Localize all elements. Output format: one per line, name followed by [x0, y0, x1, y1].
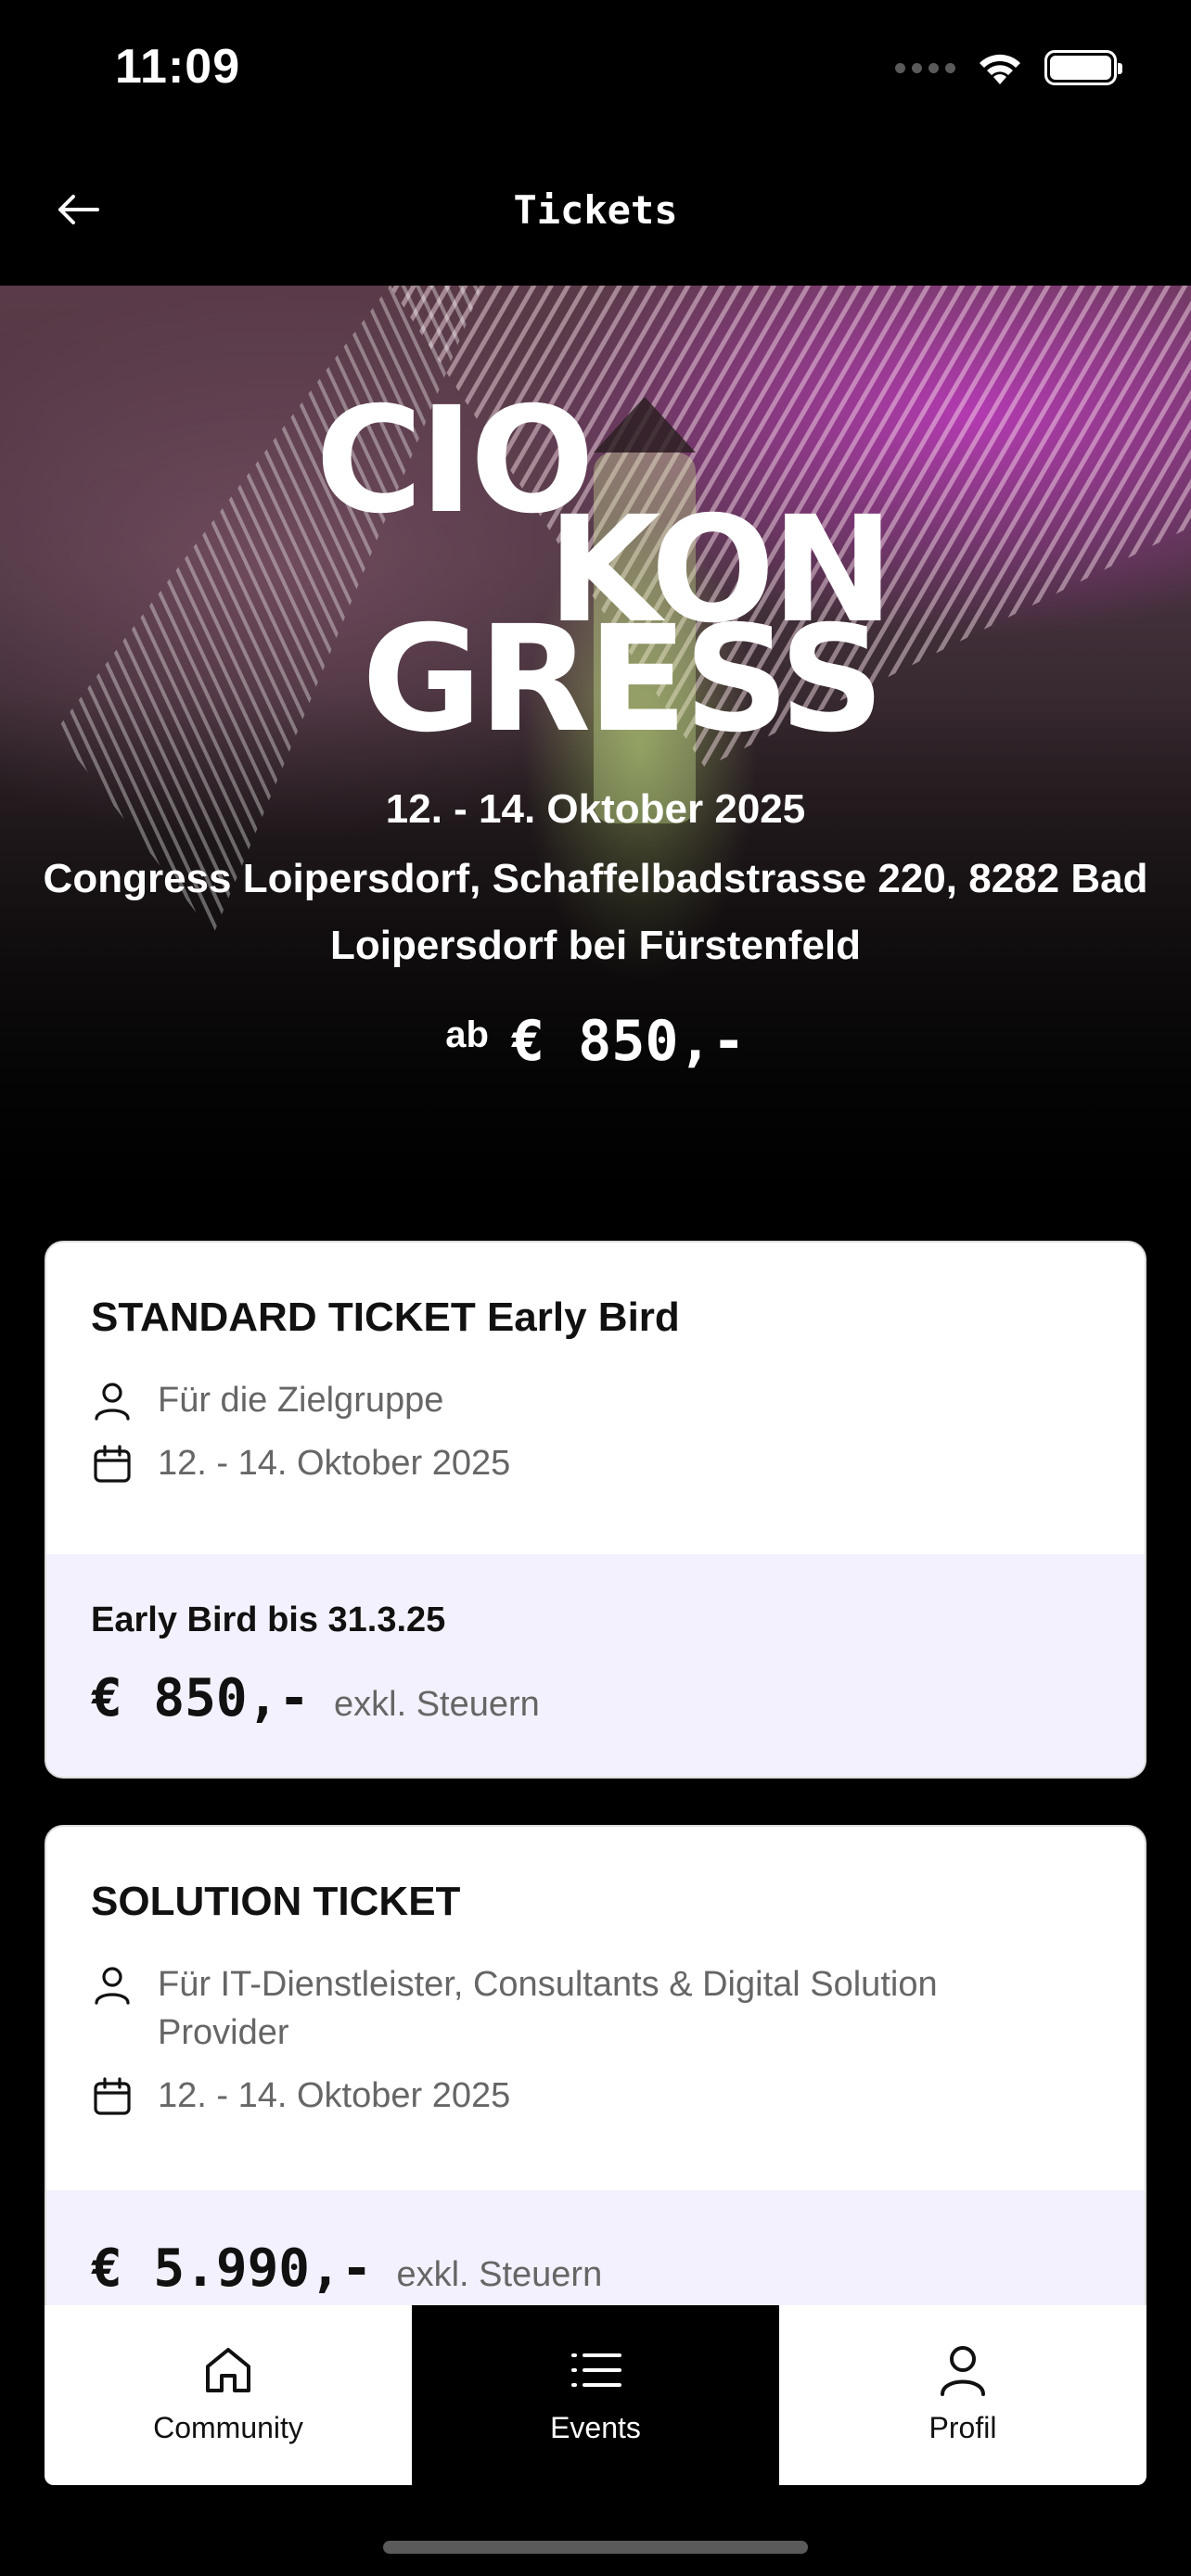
tab-community[interactable]: Community [45, 2305, 412, 2485]
ticket-price: € 850,- [91, 1668, 311, 1728]
ticket-audience-row: Für die Zielgruppe [91, 1380, 1100, 1424]
calendar-icon [91, 2075, 134, 2118]
tab-events[interactable]: Events [412, 2305, 779, 2485]
ticket-dates: 12. - 14. Oktober 2025 [158, 2076, 511, 2115]
ticket-card-header: STANDARD TICKET Early Bird Für die Zielg… [46, 1243, 1145, 1487]
ticket-audience-row: Für IT-Dienstleister, Consultants & Digi… [91, 1964, 1100, 2057]
battery-icon [1044, 50, 1122, 85]
home-indicator[interactable] [383, 2541, 808, 2554]
cellular-signal-icon [895, 62, 955, 73]
tab-label: Events [550, 2411, 641, 2444]
home-icon [206, 2348, 250, 2392]
price-row: € 5.990,- exkl. Steuern [91, 2238, 1100, 2299]
event-logo-line: GRESS [362, 594, 885, 765]
event-date: 12. - 14. Oktober 2025 [385, 786, 806, 832]
ticket-title: SOLUTION TICKET [91, 1879, 461, 1924]
tab-profil[interactable]: Profil [779, 2305, 1146, 2485]
page-title: Tickets [513, 187, 678, 233]
event-hero-banner: CIO KON GRESS 12. - 14. Oktober 2025 Con… [0, 286, 1191, 1194]
tab-label: Profil [928, 2411, 997, 2444]
ticket-audience: Für die Zielgruppe [158, 1381, 444, 1420]
nav-bar: Tickets [0, 139, 1191, 286]
bottom-tab-bar: Community Events Profil [45, 2305, 1146, 2485]
tab-label: Community [153, 2411, 303, 2444]
ticket-card-header: SOLUTION TICKET Für IT-Dienstleister, Co… [46, 1827, 1145, 2120]
ticket-dates: 12. - 14. Oktober 2025 [158, 1444, 511, 1483]
ticket-audience: Für IT-Dienstleister, Consultants & Digi… [158, 1965, 938, 2052]
tax-note: exkl. Steuern [334, 1685, 540, 1724]
event-venue: Congress Loipersdorf, Schaffelbadstrasse… [43, 856, 1148, 968]
person-icon [941, 2346, 985, 2396]
person-icon [91, 1964, 134, 2007]
wifi-icon [980, 54, 1020, 84]
event-logo: CIO KON GRESS [315, 388, 909, 753]
ticket-title: STANDARD TICKET Early Bird [91, 1294, 680, 1340]
price-prefix: ab [445, 1014, 489, 1055]
ticket-card[interactable]: STANDARD TICKET Early Bird Für die Zielg… [45, 1241, 1146, 1779]
status-icons [895, 45, 1122, 91]
ticket-price: € 5.990,- [91, 2238, 373, 2299]
early-bird-label: Early Bird bis 31.3.25 [91, 1600, 446, 1639]
status-bar: 11:09 [0, 0, 1191, 139]
ticket-dates-row: 12. - 14. Oktober 2025 [91, 1443, 1100, 1487]
person-icon [91, 1380, 134, 1422]
price-amount: € 850,- [510, 1009, 746, 1074]
ticket-price-panel: Early Bird bis 31.3.25 € 850,- exkl. Ste… [46, 1554, 1145, 1777]
status-time: 11:09 [115, 40, 241, 94]
price-row: € 850,- exkl. Steuern [91, 1668, 1100, 1728]
list-icon [571, 2353, 621, 2387]
ticket-dates-row: 12. - 14. Oktober 2025 [91, 2075, 1100, 2120]
calendar-icon [91, 1443, 134, 1486]
tax-note: exkl. Steuern [396, 2255, 603, 2294]
starting-price: ab € 850,- [0, 1009, 1191, 1074]
